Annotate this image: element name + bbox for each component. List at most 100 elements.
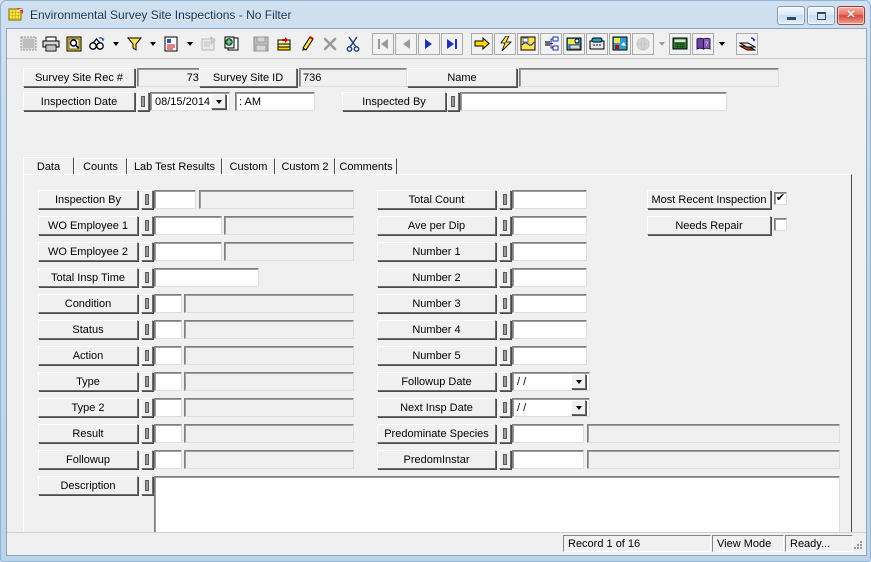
properties-icon[interactable] [197, 32, 219, 55]
ave-per-dip-spinner[interactable] [499, 216, 511, 235]
tab-lab-test-results[interactable]: Lab Test Results [127, 158, 222, 175]
action-code-field[interactable] [154, 346, 182, 365]
chevron-down-icon[interactable] [571, 400, 586, 415]
action-desc-field[interactable] [184, 346, 354, 365]
inspected-by-spinner[interactable] [447, 92, 459, 111]
followup-desc-field[interactable] [184, 450, 354, 469]
type-code-field[interactable] [154, 372, 182, 391]
chevron-down-icon[interactable] [571, 374, 586, 389]
exit-icon[interactable] [736, 32, 758, 55]
wo-employee-2-desc-field[interactable] [224, 242, 354, 261]
number-2-spinner[interactable] [499, 268, 511, 287]
predominate-species-desc-field[interactable] [587, 424, 840, 443]
work-order-icon[interactable] [563, 32, 585, 55]
wo-employee-1-desc-field[interactable] [224, 216, 354, 235]
result-spinner[interactable] [141, 424, 153, 443]
next-insp-date-combo[interactable]: / / [512, 398, 590, 417]
number-1-field[interactable] [512, 242, 587, 261]
tab-custom-2[interactable]: Custom 2 [275, 158, 335, 175]
print-preview-icon[interactable] [63, 32, 85, 55]
condition-desc-field[interactable] [184, 294, 354, 313]
previous-record-icon[interactable] [395, 32, 417, 55]
next-insp-date-spinner[interactable] [499, 398, 511, 417]
calculator-icon[interactable] [669, 32, 691, 55]
wo-employee-1-spinner[interactable] [141, 216, 153, 235]
followup-date-combo[interactable]: / / [512, 372, 590, 391]
status-desc-field[interactable] [184, 320, 354, 339]
select-all-icon[interactable] [17, 32, 39, 55]
last-record-icon[interactable] [441, 32, 463, 55]
maximize-button[interactable] [807, 6, 835, 25]
ave-per-dip-field[interactable] [512, 216, 587, 235]
globe-dropdown-icon[interactable] [655, 32, 668, 55]
condition-spinner[interactable] [141, 294, 153, 313]
survey-site-id-field[interactable]: 736 [299, 68, 407, 87]
inspection-time-field[interactable]: : AM [235, 92, 315, 111]
type-spinner[interactable] [141, 372, 153, 391]
inspection-date-spinner[interactable] [137, 92, 149, 111]
condition-code-field[interactable] [154, 294, 182, 313]
find-dropdown-icon[interactable] [109, 32, 122, 55]
followup-code-field[interactable] [154, 450, 182, 469]
filter-icon[interactable] [123, 32, 145, 55]
result-desc-field[interactable] [184, 424, 354, 443]
type-desc-field[interactable] [184, 372, 354, 391]
predom-instar-spinner[interactable] [499, 450, 511, 469]
attachment-icon[interactable] [609, 32, 631, 55]
wo-employee-1-code-field[interactable] [154, 216, 222, 235]
total-insp-time-field[interactable] [154, 268, 259, 287]
predom-instar-desc-field[interactable] [587, 450, 840, 469]
total-count-spinner[interactable] [499, 190, 511, 209]
delete-icon[interactable] [319, 32, 341, 55]
tab-comments[interactable]: Comments [335, 158, 397, 175]
followup-date-spinner[interactable] [499, 372, 511, 391]
status-spinner[interactable] [141, 320, 153, 339]
print-icon[interactable] [40, 32, 62, 55]
cut-icon[interactable] [342, 32, 364, 55]
predominate-species-code-field[interactable] [512, 424, 584, 443]
number-3-spinner[interactable] [499, 294, 511, 313]
result-code-field[interactable] [154, 424, 182, 443]
help-dropdown-icon[interactable] [715, 32, 728, 55]
filter-dropdown-icon[interactable] [146, 32, 159, 55]
globe-icon[interactable] [632, 32, 654, 55]
name-field[interactable] [519, 68, 779, 87]
inspection-date-combo[interactable]: 08/15/2014 [150, 92, 230, 111]
inspection-by-spinner[interactable] [141, 190, 153, 209]
number-4-spinner[interactable] [499, 320, 511, 339]
action-spinner[interactable] [141, 346, 153, 365]
next-record-icon[interactable] [418, 32, 440, 55]
first-record-icon[interactable] [372, 32, 394, 55]
wo-employee-2-spinner[interactable] [141, 242, 153, 261]
type-2-spinner[interactable] [141, 398, 153, 417]
description-spinner[interactable] [141, 476, 153, 495]
predom-instar-code-field[interactable] [512, 450, 584, 469]
number-4-field[interactable] [512, 320, 587, 339]
quick-action-icon[interactable] [494, 32, 516, 55]
close-button[interactable]: ✕ [837, 6, 865, 25]
followup-spinner[interactable] [141, 450, 153, 469]
description-textarea[interactable] [154, 476, 840, 535]
type-2-desc-field[interactable] [184, 398, 354, 417]
title-bar[interactable]: Environmental Survey Site Inspections - … [1, 1, 870, 28]
edit-icon[interactable] [296, 32, 318, 55]
total-count-field[interactable] [512, 190, 587, 209]
map-icon[interactable] [517, 32, 539, 55]
tab-counts[interactable]: Counts [74, 158, 127, 175]
chevron-down-icon[interactable] [211, 94, 226, 109]
number-5-field[interactable] [512, 346, 587, 365]
minimize-button[interactable] [777, 6, 805, 25]
new-record-icon[interactable] [273, 32, 295, 55]
predominate-species-spinner[interactable] [499, 424, 511, 443]
copy-record-icon[interactable] [220, 32, 242, 55]
number-1-spinner[interactable] [499, 242, 511, 261]
status-code-field[interactable] [154, 320, 182, 339]
phone-icon[interactable] [586, 32, 608, 55]
find-icon[interactable] [86, 32, 108, 55]
type-2-code-field[interactable] [154, 398, 182, 417]
help-book-icon[interactable]: ? [692, 32, 714, 55]
save-icon[interactable] [250, 32, 272, 55]
number-5-spinner[interactable] [499, 346, 511, 365]
report-icon[interactable] [160, 32, 182, 55]
resize-grip[interactable] [851, 540, 863, 552]
